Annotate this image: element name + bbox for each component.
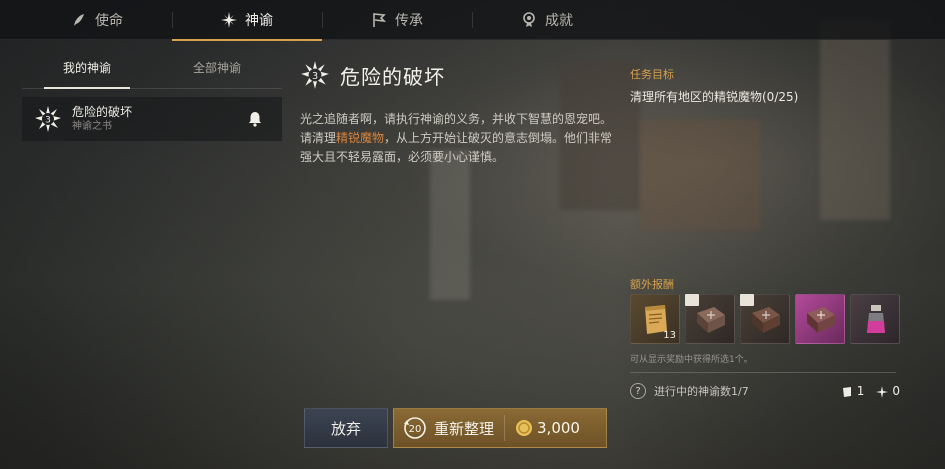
subtab-all-oracles[interactable]: 全部神谕 <box>152 47 282 88</box>
reward-item[interactable] <box>795 294 845 344</box>
oracle-progress-text: 进行中的神谕数1/7 <box>654 385 749 398</box>
potion-icon <box>867 305 885 333</box>
counter-value: 0 <box>892 384 900 398</box>
reroll-label: 重新整理 <box>434 419 495 438</box>
reward-item[interactable] <box>685 294 735 344</box>
detail-description: 光之追随者啊，请执行神谕的义务，并收下智慧的恩宠吧。请清理精锐魔物，从上方开始让… <box>300 110 620 167</box>
divider <box>630 372 896 373</box>
oracle-list-item[interactable]: 3 危险的破坏 神谕之书 <box>22 97 282 141</box>
counter-star: 0 <box>876 384 900 398</box>
objective-label: 任务目标 <box>630 68 674 81</box>
tab-label: 使命 <box>95 13 123 29</box>
oracle-counters: 1 0 <box>841 384 900 398</box>
help-icon[interactable]: ? <box>630 383 646 399</box>
reward-note: 可从显示奖励中获得所选1个。 <box>630 355 753 365</box>
flag-icon <box>373 13 387 27</box>
oracle-progress-row: ? 进行中的神谕数1/7 1 0 <box>630 380 900 402</box>
objective-section: 任务目标 清理所有地区的精锐魔物(0/25) <box>630 66 900 105</box>
starburst-badge-icon: 3 <box>35 106 61 132</box>
background-building <box>430 150 470 300</box>
objective-text: 清理所有地区的精锐魔物(0/25) <box>630 90 799 104</box>
top-tab-bar: 使命 神谕 传承 成就 <box>0 0 945 41</box>
divider <box>504 415 506 441</box>
detail-title: 危险的破坏 <box>340 64 445 89</box>
gold-coin-icon <box>516 420 533 436</box>
tab-label: 成就 <box>545 13 573 29</box>
desc-highlight: 精锐魔物 <box>336 131 385 145</box>
tab-label: 传承 <box>395 13 423 29</box>
reward-list: 13 <box>630 294 900 344</box>
subtab-bar: 我的神谕 全部神谕 <box>22 47 282 89</box>
starburst-icon <box>221 12 237 28</box>
badge-number: 3 <box>312 71 318 82</box>
book-icon <box>807 307 835 333</box>
reward-item[interactable] <box>850 294 900 344</box>
tab-label: 神谕 <box>245 13 273 29</box>
reroll-cost: 3,000 <box>537 419 580 437</box>
oracle-subtitle: 神谕之书 <box>72 121 112 132</box>
reroll-count: 20 <box>409 424 422 435</box>
tab-achievement[interactable]: 成就 <box>472 0 622 40</box>
subtab-my-oracles[interactable]: 我的神谕 <box>22 47 152 89</box>
book-icon <box>752 307 780 333</box>
background-building <box>640 120 760 230</box>
bell-icon[interactable] <box>246 110 264 128</box>
counter-value: 1 <box>856 384 865 398</box>
book-icon <box>697 307 725 333</box>
badge-number: 3 <box>45 116 51 126</box>
reward-item[interactable] <box>740 294 790 344</box>
tab-mission[interactable]: 使命 <box>22 0 172 40</box>
background-building <box>820 20 890 220</box>
oracle-title: 危险的破坏 <box>72 105 133 119</box>
refresh-counter-icon: 20 <box>404 417 426 439</box>
reward-item[interactable]: 13 <box>630 294 680 344</box>
reroll-button[interactable]: 20 重新整理 3,000 <box>393 408 607 448</box>
tab-oracle[interactable]: 神谕 <box>172 0 322 41</box>
counter-scroll: 1 <box>841 384 865 398</box>
reward-count: 13 <box>663 330 676 341</box>
scroll-small-icon <box>841 386 853 398</box>
oracle-detail: 3 危险的破坏 光之追随者啊，请执行神谕的义务，并收下智慧的恩宠吧。请清理精锐魔… <box>300 60 620 167</box>
starburst-small-icon <box>876 385 889 398</box>
starburst-badge-icon: 3 <box>301 61 329 89</box>
oracle-list-panel: 我的神谕 全部神谕 3 危险的破坏 神谕之书 <box>22 47 282 147</box>
tab-legacy[interactable]: 传承 <box>322 0 472 40</box>
abandon-button[interactable]: 放弃 <box>304 408 388 448</box>
medal-icon <box>523 12 535 27</box>
quill-icon <box>74 14 84 26</box>
reward-label: 额外报酬 <box>630 278 674 291</box>
